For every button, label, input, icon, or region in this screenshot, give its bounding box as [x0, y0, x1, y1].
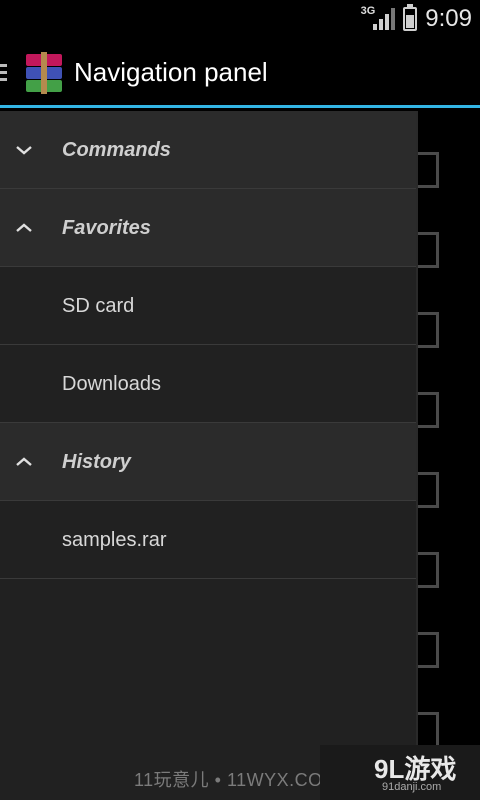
section-header-favorites[interactable]: Favorites: [0, 189, 416, 267]
section-header-history[interactable]: History: [0, 423, 416, 501]
list-checkbox[interactable]: [418, 152, 439, 188]
navigation-drawer: Commands Favorites SD card Downloads His…: [0, 111, 418, 800]
section-header-label: Favorites: [62, 217, 151, 239]
list-checkbox[interactable]: [418, 312, 439, 348]
status-icons: 3G 9:09: [361, 4, 472, 34]
page-title: Navigation panel: [74, 57, 268, 87]
watermark-logo: 9L游戏 91danji.com: [320, 745, 480, 800]
signal-icon: [373, 8, 396, 30]
winrar-books-icon[interactable]: [22, 52, 64, 94]
drawer-item-downloads[interactable]: Downloads: [0, 345, 416, 423]
list-checkbox[interactable]: [418, 472, 439, 508]
battery-icon: [403, 4, 418, 31]
list-checkbox[interactable]: [418, 232, 439, 268]
section-header-commands[interactable]: Commands: [0, 111, 416, 189]
chevron-up-icon: [14, 452, 34, 472]
chevron-down-icon: [14, 140, 34, 160]
chevron-up-icon: [14, 218, 34, 238]
underlying-list: [418, 111, 480, 800]
list-checkbox[interactable]: [418, 632, 439, 668]
drawer-indicator-icon[interactable]: [0, 64, 8, 85]
action-bar: Navigation panel: [0, 38, 480, 108]
drawer-item-label: Downloads: [62, 373, 161, 395]
drawer-item-sd-card[interactable]: SD card: [0, 267, 416, 345]
list-checkbox[interactable]: [418, 712, 439, 748]
watermark-logo-sub: 91danji.com: [382, 781, 442, 793]
status-bar: 3G 9:09: [0, 0, 480, 38]
section-header-label: Commands: [62, 139, 171, 161]
status-time: 9:09: [425, 5, 472, 32]
watermark-text: 11玩意儿 • 11WYX.COM: [134, 770, 339, 790]
list-checkbox[interactable]: [418, 552, 439, 588]
drawer-item-label: samples.rar: [62, 529, 167, 551]
network-type-label: 3G: [360, 5, 376, 17]
drawer-item-samples-rar[interactable]: samples.rar: [0, 501, 416, 579]
list-checkbox[interactable]: [418, 392, 439, 428]
section-header-label: History: [62, 451, 131, 473]
drawer-item-label: SD card: [62, 295, 135, 317]
